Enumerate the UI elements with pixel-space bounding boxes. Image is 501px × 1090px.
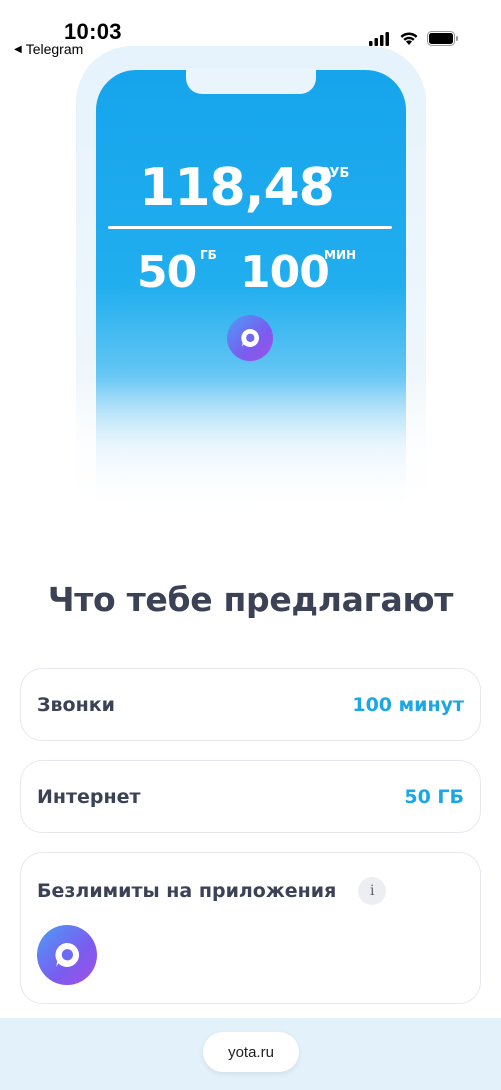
offer-label-calls: Звонки — [37, 693, 115, 716]
balance-block: 118,48 РУБ — [0, 158, 501, 218]
cellular-signal-icon — [369, 31, 391, 50]
chat-app-icon — [227, 315, 273, 361]
offer-card-unlimited-apps: Безлимиты на приложения i — [20, 852, 481, 1004]
battery-icon — [427, 31, 459, 50]
wifi-icon — [399, 31, 419, 50]
info-icon[interactable]: i — [358, 877, 387, 905]
balance-unit: РУБ — [320, 166, 350, 181]
offer-value-calls: 100 минут — [352, 693, 464, 716]
chat-app-icon — [37, 925, 97, 985]
offer-card-internet: Интернет 50 ГБ — [20, 760, 481, 833]
unlimited-label: Безлимиты на приложения — [37, 880, 337, 902]
data-amount: 50 — [137, 247, 197, 298]
hero-fade — [0, 380, 501, 520]
hero-banner: 118,48 РУБ 50 ГБ 100 МИН — [0, 0, 501, 520]
address-bar[interactable]: yota.ru — [203, 1032, 299, 1072]
section-title: Что тебе предлагают — [47, 580, 454, 619]
phone-notch — [186, 68, 316, 94]
balance-amount: 118,48 — [139, 158, 335, 218]
back-app-label: Telegram — [25, 41, 84, 57]
offer-label-internet: Интернет — [37, 785, 141, 808]
minutes-amount: 100 — [240, 247, 330, 298]
unlimited-header: Безлимиты на приложения i — [37, 877, 387, 905]
offer-value-internet: 50 ГБ — [404, 785, 464, 808]
back-arrow-icon: ◀ — [14, 43, 22, 55]
offer-card-calls: Звонки 100 минут — [20, 668, 481, 741]
status-bar: 10:03 ◀ Telegram — [0, 0, 501, 60]
hero-divider — [108, 226, 392, 229]
data-unit: ГБ — [200, 248, 217, 262]
back-to-app-link[interactable]: ◀ Telegram — [14, 41, 83, 57]
system-icons — [369, 31, 459, 50]
minutes-unit: МИН — [324, 248, 357, 262]
